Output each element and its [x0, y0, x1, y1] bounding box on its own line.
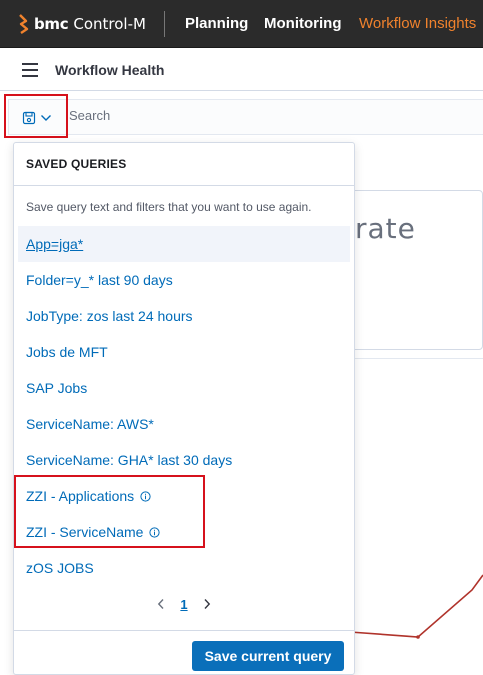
- saved-query-item[interactable]: ServiceName: AWS*: [14, 406, 354, 442]
- bmc-logo-icon: [19, 14, 29, 34]
- saved-query-list: App=jga* Folder=y_* last 90 days JobType…: [14, 226, 354, 586]
- saved-query-item[interactable]: JobType: zos last 24 hours: [14, 298, 354, 334]
- info-icon[interactable]: [140, 490, 151, 502]
- product-name: Control-M: [73, 15, 146, 33]
- footer-divider: [14, 630, 354, 631]
- saved-query-item[interactable]: SAP Jobs: [14, 370, 354, 406]
- query-label: SAP Jobs: [26, 380, 88, 396]
- save-current-query-button[interactable]: Save current query: [192, 641, 344, 671]
- query-label: ServiceName: AWS*: [26, 416, 154, 432]
- page-header: Workflow Health: [0, 49, 483, 91]
- page-title: Workflow Health: [55, 62, 165, 78]
- info-icon[interactable]: [149, 526, 161, 538]
- top-navigation-bar: bmc Control-M Planning Monitoring Workfl…: [0, 0, 483, 48]
- search-input[interactable]: [69, 108, 469, 123]
- saved-queries-popover: SAVED QUERIES Save query text and filter…: [13, 142, 355, 675]
- popover-title: SAVED QUERIES: [26, 157, 127, 171]
- pagination: 1: [14, 594, 354, 614]
- hamburger-icon[interactable]: [22, 63, 38, 77]
- chevron-down-icon: [41, 115, 51, 121]
- popover-description: Save query text and filters that you wan…: [26, 200, 312, 214]
- search-bar: [8, 99, 483, 135]
- query-label: Jobs de MFT: [26, 344, 108, 360]
- query-label: App=jga*: [26, 236, 84, 252]
- brand-logo[interactable]: bmc Control-M: [18, 12, 146, 36]
- nav-planning[interactable]: Planning: [185, 15, 248, 32]
- query-label: Folder=y_* last 90 days: [26, 272, 173, 288]
- pagination-page-number[interactable]: 1: [180, 597, 187, 612]
- query-label: ServiceName: GHA* last 30 days: [26, 452, 233, 468]
- saved-query-item[interactable]: ZZI - ServiceName: [14, 514, 354, 550]
- saved-query-item[interactable]: App=jga*: [18, 226, 350, 262]
- query-label: JobType: zos last 24 hours: [26, 308, 193, 324]
- popover-divider: [14, 185, 354, 186]
- pagination-prev-icon[interactable]: [156, 598, 166, 610]
- query-label: zOS JOBS: [26, 560, 94, 576]
- query-label: ZZI - Applications: [26, 488, 135, 504]
- nav-workflow-insights[interactable]: Workflow Insights: [359, 15, 476, 32]
- saved-query-item[interactable]: Jobs de MFT: [14, 334, 354, 370]
- nav-monitoring[interactable]: Monitoring: [264, 15, 341, 32]
- saved-query-item[interactable]: Folder=y_* last 90 days: [14, 262, 354, 298]
- save-query-icon: [22, 111, 36, 125]
- saved-query-menu-button[interactable]: [14, 104, 60, 132]
- pagination-next-icon[interactable]: [202, 598, 212, 610]
- nav-divider: [164, 11, 165, 37]
- background-panel-text: rate: [355, 212, 416, 245]
- saved-query-item[interactable]: ZZI - Applications: [14, 478, 354, 514]
- query-label: ZZI - ServiceName: [26, 524, 144, 540]
- brand-name: bmc: [34, 15, 69, 33]
- saved-query-item[interactable]: ServiceName: GHA* last 30 days: [14, 442, 354, 478]
- saved-query-item[interactable]: zOS JOBS: [14, 550, 354, 586]
